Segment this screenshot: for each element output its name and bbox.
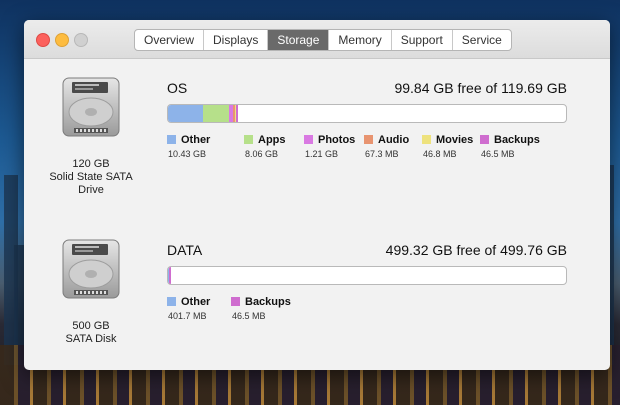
- volume-data: DATA 499.32 GB free of 499.76 GB Other 4…: [167, 242, 567, 321]
- drive-type: Solid State SATA: [49, 171, 133, 183]
- tab-memory[interactable]: Memory: [329, 30, 392, 50]
- bar-segment-backups: [236, 105, 238, 122]
- drive-capacity: 120 GB: [72, 158, 110, 170]
- tab-displays[interactable]: Displays: [204, 30, 269, 50]
- legend-movies: Movies 46.8 MB: [422, 133, 474, 159]
- backups-swatch: [231, 297, 240, 306]
- title-bar: Overview Displays Storage Memory Support…: [24, 20, 610, 59]
- photos-swatch: [304, 135, 313, 144]
- storage-legend: Other 401.7 MB Backups 46.5 MB: [167, 295, 567, 321]
- other-swatch: [167, 135, 176, 144]
- volume-name: OS: [167, 80, 188, 96]
- drive-data: 500 GB SATA Disk: [24, 238, 158, 346]
- audio-swatch: [364, 135, 373, 144]
- close-button[interactable]: [36, 33, 50, 47]
- volume-os: OS 99.84 GB free of 119.69 GB Other 10.4…: [167, 80, 567, 159]
- volume-name: DATA: [167, 242, 203, 258]
- minimize-button[interactable]: [55, 33, 69, 47]
- backups-swatch: [480, 135, 489, 144]
- legend-audio: Audio 67.3 MB: [364, 133, 410, 159]
- legend-photos: Photos 1.21 GB: [304, 133, 356, 159]
- hard-drive-icon: [60, 76, 122, 138]
- bar-segment-apps: [202, 105, 230, 122]
- drive-capacity: 500 GB: [72, 320, 110, 332]
- tab-overview[interactable]: Overview: [135, 30, 205, 50]
- drive-type: SATA Disk: [65, 333, 117, 345]
- bar-segment-backups: [169, 267, 171, 284]
- legend-apps: Apps 8.06 GB: [244, 133, 286, 159]
- storage-legend: Other 10.43 GB Apps 8.06 GB Photos 1.21 …: [167, 133, 567, 159]
- storage-bar: [167, 266, 567, 285]
- legend-other: Other 10.43 GB: [167, 133, 211, 159]
- volume-free-space: 499.32 GB free of 499.76 GB: [385, 242, 567, 258]
- zoom-button[interactable]: [74, 33, 88, 47]
- about-this-mac-window: Overview Displays Storage Memory Support…: [24, 20, 610, 370]
- drive-type-cont: Drive: [78, 184, 104, 196]
- legend-backups: Backups 46.5 MB: [231, 295, 291, 321]
- apps-swatch: [244, 135, 253, 144]
- movies-swatch: [422, 135, 431, 144]
- drive-os: 120 GB Solid State SATA Drive: [24, 76, 158, 197]
- hard-drive-icon: [60, 238, 122, 300]
- tab-bar: Overview Displays Storage Memory Support…: [134, 29, 512, 51]
- bar-segment-other: [168, 105, 203, 122]
- storage-bar: [167, 104, 567, 123]
- legend-backups: Backups 46.5 MB: [480, 133, 540, 159]
- legend-other: Other 401.7 MB: [167, 295, 211, 321]
- tab-support[interactable]: Support: [392, 30, 453, 50]
- volume-free-space: 99.84 GB free of 119.69 GB: [394, 80, 567, 96]
- other-swatch: [167, 297, 176, 306]
- tab-service[interactable]: Service: [453, 30, 511, 50]
- tab-storage[interactable]: Storage: [268, 30, 330, 50]
